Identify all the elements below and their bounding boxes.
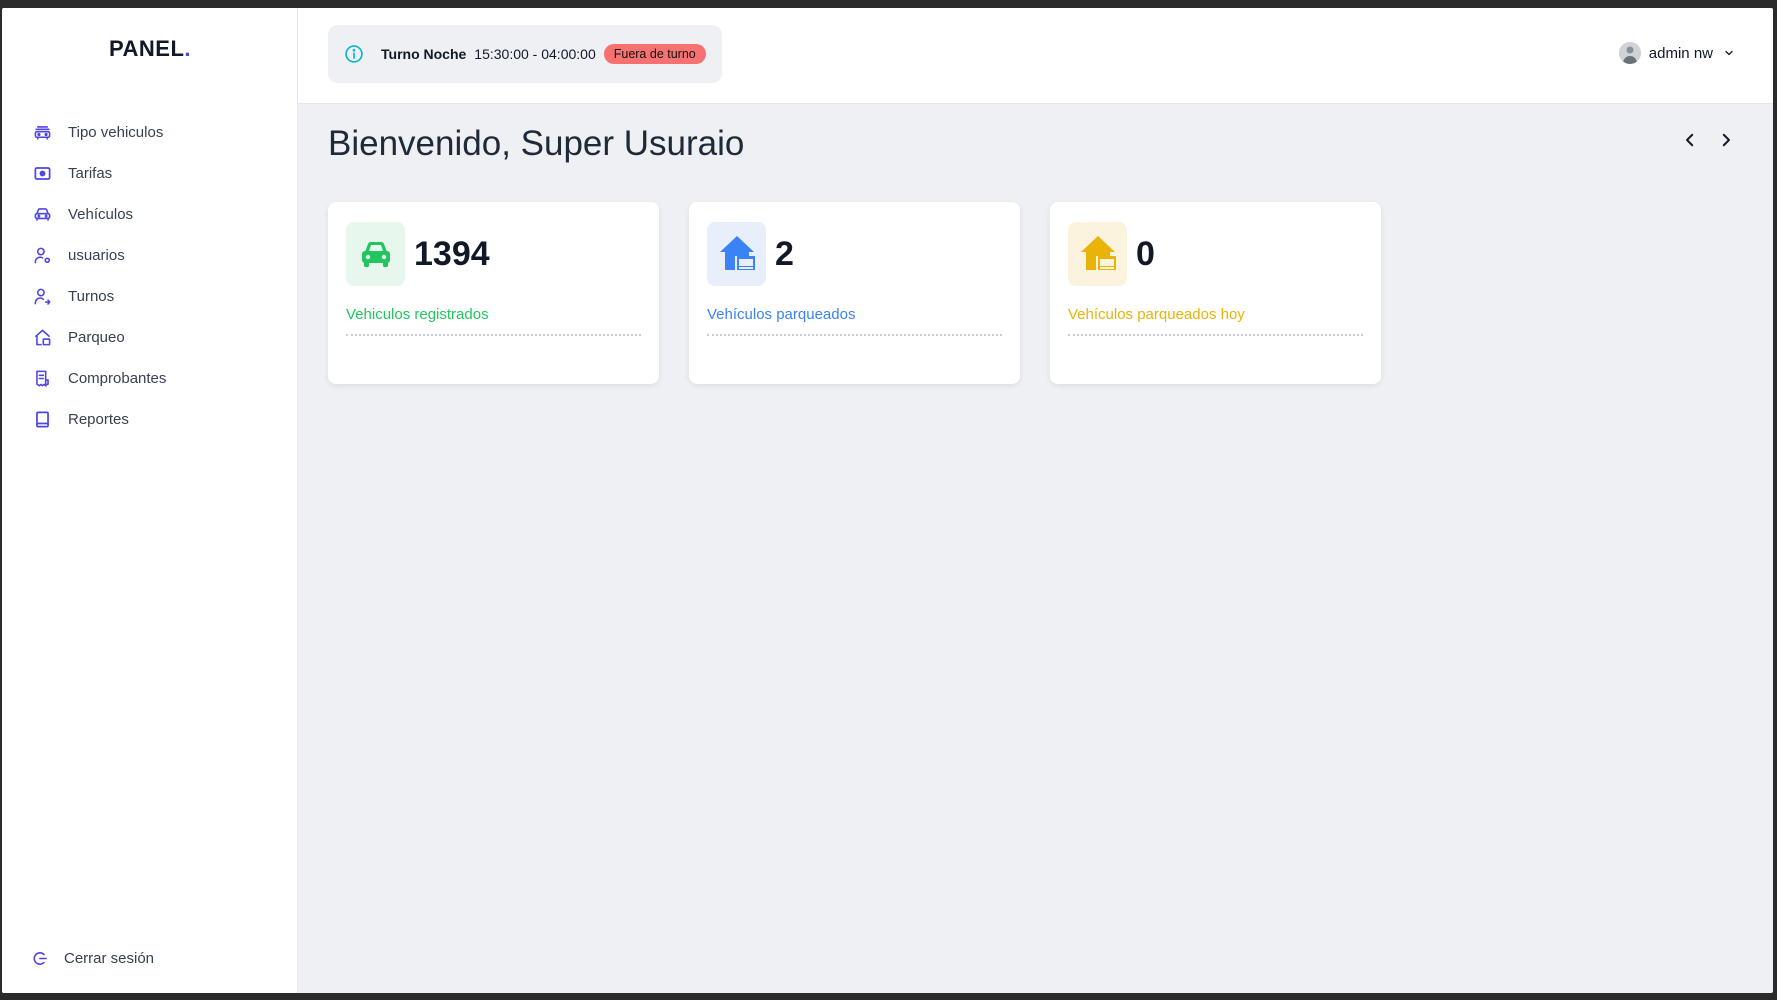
divider bbox=[346, 334, 641, 336]
receipt-icon bbox=[32, 369, 52, 389]
sidebar-item-label: Vehículos bbox=[68, 206, 134, 223]
sidebar-item-usuarios[interactable]: usuarios bbox=[32, 235, 166, 276]
divider bbox=[1068, 334, 1363, 336]
avatar bbox=[1618, 42, 1641, 64]
brand-dot: . bbox=[184, 36, 192, 61]
chevron-right-icon[interactable] bbox=[1717, 128, 1735, 152]
logout-button[interactable]: Cerrar sesión bbox=[32, 950, 154, 967]
page-title: Bienvenido, Super Usuraio bbox=[328, 124, 745, 163]
tariff-icon bbox=[32, 164, 52, 184]
sidebar-item-turnos[interactable]: Turnos bbox=[32, 276, 166, 317]
shift-status-badge: Fuera de turno bbox=[603, 44, 706, 64]
sidebar-item-label: Parqueo bbox=[68, 329, 125, 346]
car-icon bbox=[32, 205, 52, 225]
sidebar: PANEL. Tipo vehiculos Tarifas Vehículos bbox=[2, 8, 298, 993]
garage-today-icon bbox=[1068, 222, 1127, 286]
stat-label: Vehículos parqueados hoy bbox=[1068, 306, 1245, 323]
info-icon bbox=[344, 44, 364, 64]
garage-icon bbox=[707, 222, 766, 286]
shift-name: Turno Noche bbox=[381, 46, 467, 62]
topbar: Turno Noche 15:30:00 - 04:00:00 Fuera de… bbox=[298, 8, 1773, 104]
parking-home-icon bbox=[32, 328, 52, 348]
stat-value: 2 bbox=[775, 234, 794, 273]
logout-icon bbox=[32, 950, 52, 967]
stat-card-parked: 2 Vehículos parqueados bbox=[689, 202, 1020, 384]
report-icon bbox=[32, 410, 52, 430]
sidebar-item-comprobantes[interactable]: Comprobantes bbox=[32, 358, 166, 399]
user-menu[interactable]: admin nw bbox=[1618, 42, 1735, 64]
sidebar-item-label: usuarios bbox=[68, 247, 125, 264]
stat-label: Vehiculos registrados bbox=[346, 306, 489, 323]
stat-label: Vehículos parqueados bbox=[707, 306, 856, 323]
main-content: Turno Noche 15:30:00 - 04:00:00 Fuera de… bbox=[298, 8, 1773, 993]
sidebar-item-vehiculos[interactable]: Vehículos bbox=[32, 194, 166, 235]
divider bbox=[707, 334, 1002, 336]
logout-label: Cerrar sesión bbox=[64, 950, 155, 967]
sidebar-item-label: Comprobantes bbox=[68, 370, 167, 387]
sidebar-item-parqueo[interactable]: Parqueo bbox=[32, 317, 166, 358]
pager bbox=[1681, 128, 1735, 152]
shift-time: 15:30:00 - 04:00:00 bbox=[474, 46, 596, 62]
sidebar-item-label: Tarifas bbox=[68, 165, 113, 182]
user-shift-icon bbox=[32, 287, 52, 307]
chevron-left-icon[interactable] bbox=[1681, 128, 1699, 152]
brand-logo[interactable]: PANEL. bbox=[2, 36, 298, 62]
sidebar-item-tipo-vehiculos[interactable]: Tipo vehiculos bbox=[32, 112, 166, 153]
user-name: admin nw bbox=[1648, 44, 1713, 62]
stat-value: 1394 bbox=[414, 234, 490, 273]
stat-card-registered: 1394 Vehiculos registrados bbox=[328, 202, 659, 384]
sidebar-item-label: Turnos bbox=[68, 288, 115, 305]
shift-info: Turno Noche 15:30:00 - 04:00:00 Fuera de… bbox=[328, 25, 722, 83]
app-window: PANEL. Tipo vehiculos Tarifas Vehículos bbox=[2, 8, 1773, 993]
brand-name: PANEL bbox=[108, 36, 185, 61]
sidebar-item-reportes[interactable]: Reportes bbox=[32, 399, 166, 440]
stats-cards: 1394 Vehiculos registrados 2 Vehículos p… bbox=[328, 202, 1381, 384]
stat-card-parked-today: 0 Vehículos parqueados hoy bbox=[1050, 202, 1381, 384]
vehicle-types-icon bbox=[32, 123, 52, 143]
sidebar-item-tarifas[interactable]: Tarifas bbox=[32, 153, 166, 194]
chevron-down-icon bbox=[1723, 47, 1735, 59]
user-settings-icon bbox=[32, 246, 52, 266]
sidebar-item-label: Tipo vehiculos bbox=[68, 124, 164, 141]
sidebar-item-label: Reportes bbox=[68, 411, 129, 428]
car-icon bbox=[346, 222, 405, 286]
sidebar-nav: Tipo vehiculos Tarifas Vehículos usuario… bbox=[32, 112, 166, 440]
stat-value: 0 bbox=[1136, 234, 1155, 273]
